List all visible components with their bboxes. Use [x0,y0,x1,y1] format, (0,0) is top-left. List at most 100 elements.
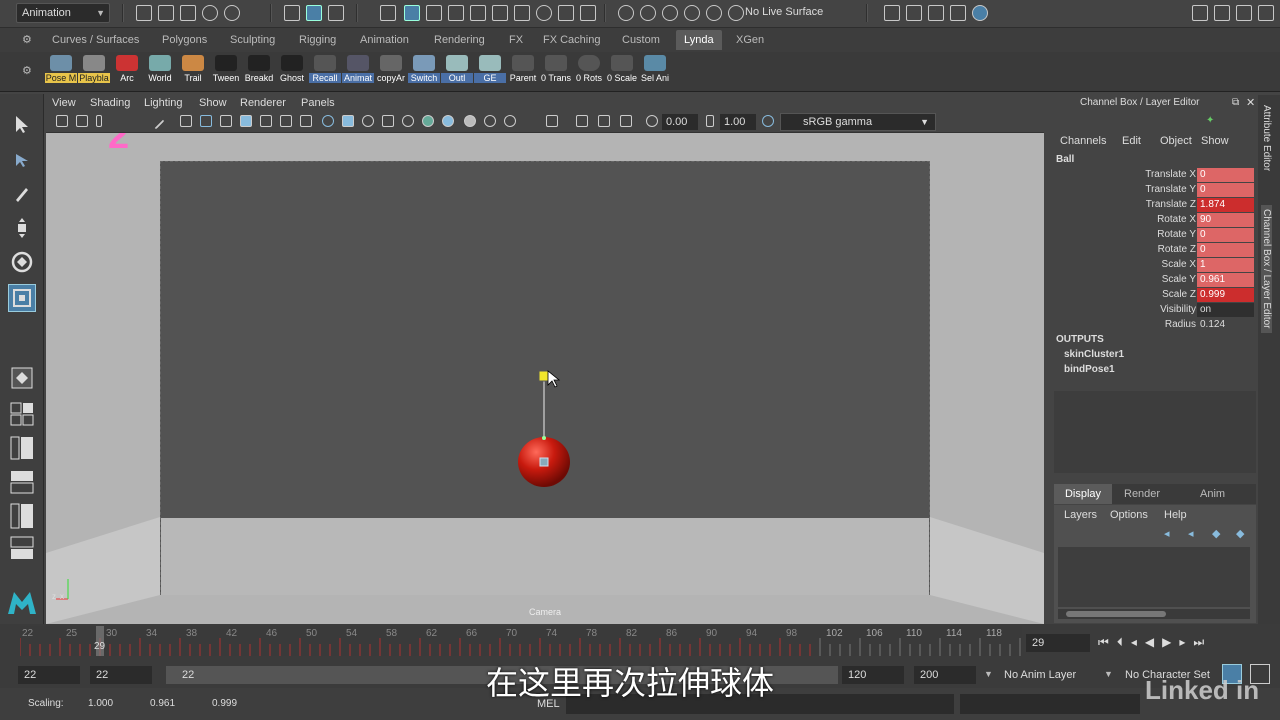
select-joint-icon[interactable] [404,5,420,21]
attr-row[interactable]: Scale Z 0.999 [1048,288,1258,303]
exposure-field[interactable]: 0.00 [662,114,698,130]
shelf-select-anim-button[interactable]: Sel Ani [639,55,671,87]
playback-start-field[interactable]: 22 [90,666,152,684]
tab-polygons[interactable]: Polygons [162,34,207,46]
undo-icon[interactable] [202,5,218,21]
chevron-down-icon[interactable]: ▼ [984,669,993,679]
menu-shading[interactable]: Shading [90,97,130,109]
safe-title-icon[interactable] [300,115,312,127]
shelf-breakdown-button[interactable]: Breakd [243,55,275,87]
anim-layer-dropdown[interactable]: No Anim Layer [1004,669,1076,681]
attr-row[interactable]: Scale X1 [1048,258,1258,273]
grease-pencil-icon[interactable] [147,112,165,130]
move-tool-icon[interactable] [8,214,36,242]
attribute-editor-icon[interactable] [1214,5,1230,21]
save-scene-icon[interactable] [180,5,196,21]
scale-tool-icon[interactable] [8,284,36,312]
gamma-field[interactable]: 1.00 [720,114,756,130]
xray-components-icon[interactable] [620,115,632,127]
output-item[interactable]: skinCluster1 [1064,349,1124,360]
rotate-tool-icon[interactable] [8,248,36,276]
gear-icon[interactable]: ⚙ [22,33,34,46]
tab-custom[interactable]: Custom [622,34,660,46]
live-surface-icon[interactable] [728,5,744,21]
select-object-icon[interactable] [306,5,322,21]
menu-view[interactable]: View [52,97,76,109]
resolution-gate-icon[interactable] [220,115,232,127]
select-dynamic-icon[interactable] [492,5,508,21]
attr-row[interactable]: Translate X0 [1048,168,1258,183]
hypershade-icon[interactable] [972,5,988,21]
default-material-icon[interactable] [362,115,374,127]
move-layer-up-icon[interactable]: ◂ [1164,527,1170,540]
menu-lighting[interactable]: Lighting [144,97,183,109]
shelf-zero-trans-button[interactable]: 0 Trans [540,55,572,87]
go-to-end-icon[interactable]: ⏭ [1193,635,1212,649]
select-handle-icon[interactable] [380,5,396,21]
shadows-icon[interactable] [442,115,454,127]
shelf-ghost-button[interactable]: Ghost [276,55,308,87]
ipr-render-icon[interactable] [928,5,944,21]
smooth-shade-icon[interactable] [342,115,354,127]
channel-box-icon[interactable] [1258,5,1274,21]
snap-surface-icon[interactable] [706,5,722,21]
float-icon[interactable]: ⧉ [1232,97,1239,108]
step-back-icon[interactable]: ◂ [1131,635,1145,649]
camera-select-icon[interactable] [56,115,68,127]
scale-pivot[interactable] [539,457,549,467]
tab-anim[interactable]: Anim [1200,488,1225,500]
film-gate-icon[interactable] [200,115,212,127]
ambient-occlusion-icon[interactable] [464,115,476,127]
textured-icon[interactable] [402,115,414,127]
start-time-field[interactable]: 22 [18,666,80,684]
shelf-animat-button[interactable]: Animat [342,55,374,87]
persp-outliner-layout-icon[interactable] [8,434,36,462]
xray-icon[interactable] [576,115,588,127]
tab-rendering[interactable]: Rendering [434,34,485,46]
menu-help[interactable]: Help [1164,509,1187,521]
exposure-icon[interactable] [646,115,658,127]
control-handle[interactable] [538,370,550,382]
question-icon[interactable] [536,5,552,21]
chevron-down-icon[interactable]: ▼ [1104,669,1113,679]
field-chart-icon[interactable] [260,115,272,127]
tab-fx[interactable]: FX [509,34,523,46]
new-layer-selected-icon[interactable]: ◆ [1236,527,1244,540]
viewport[interactable]: 2 z x Camera [46,133,1044,624]
tab-xgen[interactable]: XGen [736,34,764,46]
modeling-toolkit-icon[interactable] [1192,5,1208,21]
select-component-icon[interactable] [328,5,344,21]
step-forward-icon[interactable]: ▸ [1179,635,1193,649]
snap-view-icon[interactable] [684,5,700,21]
xray-joints-icon[interactable] [598,115,610,127]
grid-icon[interactable] [180,115,192,127]
shelf-tween-button[interactable]: Tween [210,55,242,87]
shelf-trail-button[interactable]: Trail [177,55,209,87]
motion-blur-icon[interactable] [484,115,496,127]
shelf-graph-editor-button[interactable]: GE [474,55,506,87]
shelf-arc-button[interactable]: Arc [111,55,143,87]
select-curve-icon[interactable] [426,5,442,21]
menu-show[interactable]: Show [1201,135,1229,147]
render-settings-icon[interactable] [950,5,966,21]
gear-icon[interactable]: ⚙ [22,64,34,77]
open-scene-icon[interactable] [158,5,174,21]
select-render-icon[interactable] [514,5,530,21]
isolate-select-icon[interactable] [546,115,558,127]
tab-channel-box[interactable]: Channel Box / Layer Editor [1261,205,1272,333]
render-view-icon[interactable] [884,5,900,21]
current-frame-field[interactable]: 29 [1026,634,1090,652]
render-frame-icon[interactable] [906,5,922,21]
shelf-switch-button[interactable]: Switch [408,55,440,87]
tab-display[interactable]: Display [1054,484,1112,504]
lock-icon[interactable] [558,5,574,21]
persp-graph-layout-icon[interactable] [8,468,36,496]
play-forward-icon[interactable]: ▶ [1162,635,1179,649]
persp-uv-layout-icon[interactable] [8,534,36,562]
attr-row[interactable]: Rotate X 90 [1048,213,1258,228]
tab-sculpting[interactable]: Sculpting [230,34,275,46]
shelf-copy-button[interactable]: copyAr [375,55,407,87]
snap-grid-icon[interactable] [618,5,634,21]
attr-row[interactable]: Translate Y0 [1048,183,1258,198]
layer-scrollbar[interactable] [1058,609,1250,619]
